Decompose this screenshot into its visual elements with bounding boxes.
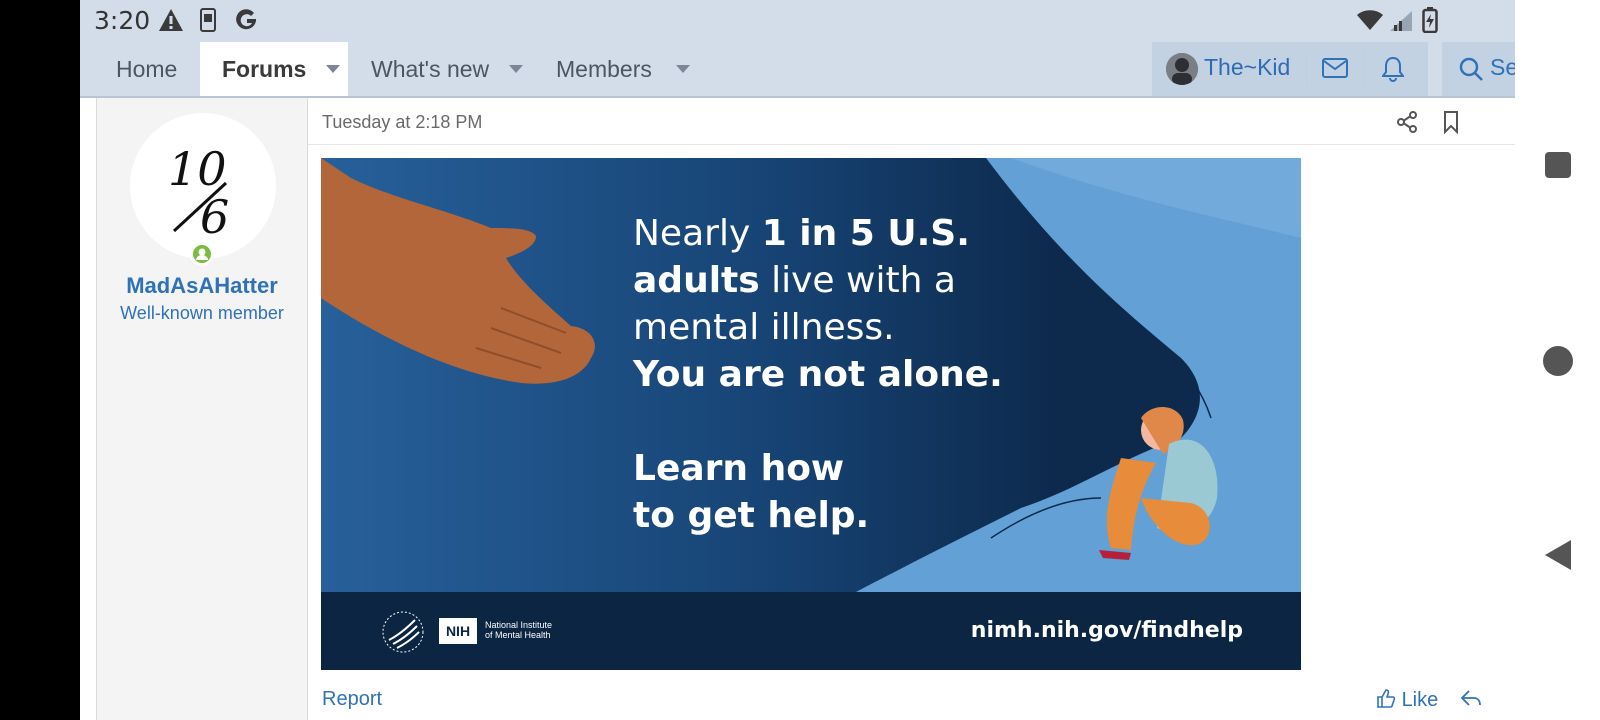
reply-button[interactable]	[1460, 688, 1482, 714]
nav-forums-label: Forums	[222, 55, 307, 82]
status-time: 3:20	[94, 6, 151, 35]
banner-footer: NIH National Institute of Mental Health …	[321, 592, 1301, 670]
nav-whats-new[interactable]: What's new	[371, 42, 524, 96]
status-bar: 3:20	[80, 0, 1515, 42]
search-icon	[1459, 57, 1483, 81]
system-navigation-bar	[1515, 0, 1600, 720]
recents-button[interactable]	[1545, 152, 1571, 178]
mail-icon[interactable]	[1322, 58, 1348, 78]
nav-username[interactable]: The~Kid	[1204, 54, 1290, 81]
back-button[interactable]	[1545, 540, 1571, 570]
share-icon[interactable]	[1396, 110, 1418, 134]
thumbs-up-icon	[1377, 689, 1396, 708]
home-button[interactable]	[1543, 346, 1573, 376]
divider	[1306, 52, 1307, 86]
wifi-icon	[1357, 10, 1383, 30]
like-button[interactable]: Like	[1376, 688, 1438, 712]
warning-icon	[159, 9, 183, 31]
report-link[interactable]: Report	[322, 688, 382, 711]
bookmark-icon[interactable]	[1440, 110, 1462, 134]
nav-whats-new-label: What's new	[371, 55, 490, 82]
banner-headline: Nearly 1 in 5 U.S. adults live with a me…	[633, 210, 1073, 539]
nih-org-name: National Institute of Mental Health	[485, 620, 565, 640]
avatar-text-bottom: 6	[200, 190, 229, 244]
avatar[interactable]	[1166, 53, 1198, 85]
divider	[1364, 52, 1365, 86]
hhs-eagle-logo-icon	[382, 611, 424, 653]
chevron-down-icon[interactable]	[675, 65, 690, 73]
user-menu[interactable]: The~Kid	[1152, 42, 1428, 96]
banner-line2-regular: live with a	[759, 260, 956, 301]
post-author-column: 10 6 MadAsAHatter Well-known member	[96, 98, 323, 720]
like-label: Like	[1401, 689, 1439, 711]
signal-icon	[1390, 11, 1412, 31]
banner-line1-regular: Nearly	[633, 213, 762, 254]
banner-line2-bold: adults	[633, 260, 760, 301]
author-avatar[interactable]: 10 6	[130, 113, 276, 259]
avatar-10-6-image: 10 6	[168, 142, 229, 244]
chevron-down-icon[interactable]	[326, 65, 341, 73]
online-status-icon	[190, 242, 214, 266]
nih-org-line2: of Mental Health	[485, 630, 551, 640]
banner-line6: to get help.	[633, 495, 870, 536]
chevron-down-icon[interactable]	[509, 65, 524, 73]
battery-icon	[1422, 7, 1438, 33]
search-button[interactable]: Se	[1442, 42, 1515, 96]
google-icon	[236, 9, 256, 30]
nav-members-label: Members	[556, 55, 652, 82]
author-title: Well-known member	[120, 303, 284, 323]
nih-org-line1: National Institute	[485, 620, 553, 630]
banner-url: nimh.nih.gov/findhelp	[970, 618, 1243, 643]
avatar-text-top: 10	[168, 142, 227, 196]
author-username[interactable]: MadAsAHatter	[97, 273, 307, 299]
divider	[308, 144, 1515, 145]
search-label: Se	[1490, 54, 1515, 80]
reply-icon	[1460, 690, 1481, 706]
post-date[interactable]: Tuesday at 2:18 PM	[322, 112, 482, 133]
forum-navbar: Home Forums What's new Members The~Kid S…	[80, 42, 1515, 98]
phone-icon	[200, 8, 216, 32]
banner-line3: mental illness.	[633, 307, 895, 348]
nav-home[interactable]: Home	[116, 42, 177, 96]
bell-icon[interactable]	[1382, 56, 1404, 82]
nimh-banner-image[interactable]: Nearly 1 in 5 U.S. adults live with a me…	[321, 158, 1301, 670]
nav-home-label: Home	[116, 55, 178, 82]
user-photo-icon	[1166, 53, 1198, 85]
browser-screen: 3:20 Home Forums What's new Members The~…	[80, 0, 1515, 720]
banner-line5: Learn how	[633, 448, 845, 489]
nih-logo: NIH	[439, 618, 477, 644]
nav-members[interactable]: Members	[556, 42, 690, 96]
banner-line4: You are not alone.	[633, 354, 1003, 395]
nav-forums[interactable]: Forums	[200, 42, 348, 96]
post-body: Tuesday at 2:18 PM Nearly 1 in 5 U.S. ad…	[308, 98, 1515, 720]
banner-line1-bold: 1 in 5 U.S.	[761, 213, 970, 254]
